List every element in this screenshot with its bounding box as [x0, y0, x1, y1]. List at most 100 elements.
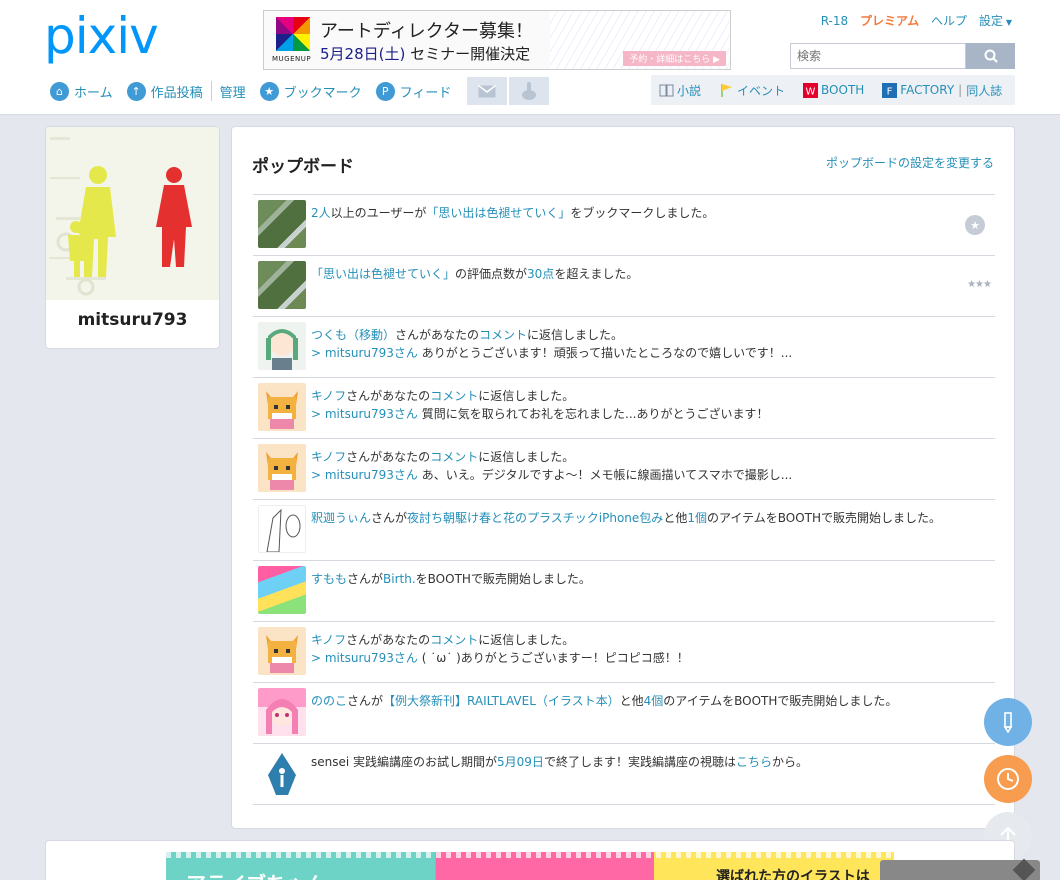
feedback-tab[interactable]	[880, 858, 1040, 880]
feed-text-part: に返信しました。	[478, 450, 575, 464]
nav-bookmark[interactable]: ★ ブックマーク	[259, 81, 362, 101]
pink-hair-avatar-icon	[266, 699, 298, 734]
ad-banner[interactable]: MUGENUP アートディレクター募集！ 5月28日(土) セミナー開催決定 予…	[263, 10, 731, 70]
user-avatar[interactable]	[258, 627, 306, 675]
feed-text-part: さんが	[371, 511, 408, 525]
svg-text:W: W	[806, 86, 816, 97]
user-avatar[interactable]	[258, 322, 306, 370]
feed-link[interactable]: 釈迦うぃん	[311, 511, 371, 525]
feed-link[interactable]: キノフ	[311, 633, 346, 647]
banner-subtitle: セミナー開催決定	[410, 45, 531, 63]
feed-item: すももさんがBirth.をBOOTHで販売開始しました。	[253, 561, 995, 622]
feed-link[interactable]: 【例大祭新刊】RAILTLAVEL（イラスト本）	[383, 694, 620, 708]
bottom-ad-right-text: 選ばれた方のイラストは	[716, 869, 870, 880]
feed-link[interactable]: すもも	[311, 572, 347, 586]
reply-link[interactable]: > mitsuru793さん	[311, 468, 418, 482]
search-box	[790, 43, 1015, 69]
user-avatar[interactable]	[258, 383, 306, 431]
factory-link[interactable]: F FACTORY | 同人誌	[882, 82, 1002, 99]
booth-icon: W	[803, 82, 819, 98]
popboard-panel: ポップボード ポップボードの設定を変更する 2人以上のユーザーが「思い出は色褪せ…	[231, 126, 1015, 829]
doujinshi-label[interactable]: 同人誌	[966, 82, 1002, 99]
sensei-logo[interactable]	[258, 749, 306, 797]
bottom-ad-panel: アライブちゃん 選ばれた方のイラストは	[45, 840, 1015, 880]
settings-link[interactable]: 設定 ▼	[979, 14, 1012, 28]
factory-label: FACTORY	[900, 83, 955, 97]
feed-link[interactable]: 「思い出は色褪せていく」	[311, 267, 455, 281]
notifications-button[interactable]	[509, 77, 550, 105]
silhouette-art-icon	[46, 127, 219, 300]
feed-link[interactable]: 「思い出は色褪せていく」	[426, 206, 570, 220]
feed-link[interactable]: キノフ	[311, 450, 346, 464]
feed-text-part: をBOOTHで販売開始しました。	[415, 572, 591, 586]
messages-button[interactable]	[467, 77, 508, 105]
feed-link[interactable]: コメント	[430, 389, 478, 403]
feed-link[interactable]: コメント	[479, 328, 527, 342]
ad-decoration	[166, 852, 894, 858]
flag-icon	[721, 83, 733, 97]
profile-avatar[interactable]	[46, 127, 219, 300]
reply-link[interactable]: > mitsuru793さん	[311, 651, 418, 665]
profile-username[interactable]: mitsuru793	[46, 310, 219, 330]
feed-link[interactable]: キノフ	[311, 389, 346, 403]
history-button[interactable]	[984, 755, 1032, 803]
feed-text: sensei 実践編講座のお試し期間が5月09日で終了します！実践編講座の視聴は…	[311, 753, 808, 770]
feed-link[interactable]: 5月09日	[497, 755, 544, 769]
feed-item: 2人以上のユーザーが「思い出は色褪せていく」をブックマークしました。 ★	[253, 195, 995, 256]
feed-text: 「思い出は色褪せていく」の評価点数が30点を超えました。	[311, 265, 638, 282]
nav-upload[interactable]: ↑ 作品投稿	[126, 81, 203, 101]
post-work-button[interactable]	[984, 698, 1032, 746]
popboard-settings-link[interactable]: ポップボードの設定を変更する	[826, 154, 994, 171]
feed-text-part: さんがあなたの	[346, 389, 431, 403]
reply-link[interactable]: > mitsuru793さん	[311, 346, 418, 360]
user-avatar[interactable]	[258, 688, 306, 736]
feed-item: キノフさんがあなたのコメントに返信しました。 > mitsuru793さん あ、…	[253, 439, 995, 500]
feed-text-part: 以上のユーザーが	[330, 206, 427, 220]
banner-title: アートディレクター募集！	[320, 21, 533, 42]
feed-text-part: に返信しました。	[478, 633, 575, 647]
feed-link[interactable]: 夜討ち朝駆け春と花のプラスチックiPhone包み	[407, 511, 663, 525]
pixiv-logo[interactable]: pixiv	[44, 8, 159, 64]
nav-feed[interactable]: P フィード	[375, 81, 451, 101]
user-avatar[interactable]	[258, 444, 306, 492]
feed-item: キノフさんがあなたのコメントに返信しました。 > mitsuru793さん ( …	[253, 622, 995, 683]
novel-link[interactable]: 小説	[659, 82, 701, 99]
fox-avatar-icon	[266, 635, 298, 673]
event-link[interactable]: イベント	[719, 82, 785, 99]
feed-link[interactable]: ののこ	[311, 694, 347, 708]
feed-link[interactable]: 1個	[687, 511, 707, 525]
feed-link[interactable]: 4個	[644, 694, 664, 708]
feed-link[interactable]: Birth.	[383, 572, 416, 586]
feed-link[interactable]: 2人	[311, 206, 331, 220]
item-thumbnail[interactable]	[258, 566, 306, 614]
r18-link[interactable]: R-18	[821, 14, 848, 28]
upload-icon: ↑	[126, 81, 146, 101]
mugenup-logo-icon	[276, 17, 310, 51]
search-button[interactable]	[966, 43, 1015, 69]
feed-link[interactable]: こちら	[736, 755, 772, 769]
book-icon	[659, 84, 674, 96]
work-thumbnail[interactable]	[258, 261, 306, 309]
feed-text-part: と他	[619, 694, 644, 708]
feed-link[interactable]: コメント	[430, 450, 478, 464]
booth-link[interactable]: W BOOTH	[803, 82, 864, 98]
reply-link[interactable]: > mitsuru793さん	[311, 407, 418, 421]
work-thumbnail[interactable]	[258, 200, 306, 248]
popboard-title: ポップボード	[252, 157, 354, 177]
feed-link[interactable]: 30点	[527, 267, 554, 281]
feed-link[interactable]: つくも（移動）	[311, 328, 395, 342]
search-input[interactable]	[790, 43, 966, 69]
help-link[interactable]: ヘルプ	[931, 14, 967, 28]
feed-text-part: さんが	[347, 572, 384, 586]
nav-upload-label: 作品投稿	[150, 85, 203, 101]
premium-link[interactable]: プレミアム	[860, 14, 919, 28]
feed-reply: > mitsuru793さん ( ˙ω˙ )ありがとうございますー！ピコピコ感！…	[311, 649, 689, 666]
nav-manage[interactable]: 管理	[220, 82, 246, 101]
bottom-ad-banner[interactable]: アライブちゃん 選ばれた方のイラストは	[166, 852, 894, 880]
user-avatar[interactable]	[258, 505, 306, 553]
nav-home[interactable]: ⌂ ホーム	[50, 81, 113, 101]
banner-cta[interactable]: 予約・詳細はこちら ▶	[623, 51, 726, 66]
feed-link[interactable]: コメント	[430, 633, 478, 647]
feed-text-part: さんがあなたの	[395, 328, 480, 342]
feed-item: つくも（移動）さんがあなたのコメントに返信しました。 > mitsuru793さ…	[253, 317, 995, 378]
